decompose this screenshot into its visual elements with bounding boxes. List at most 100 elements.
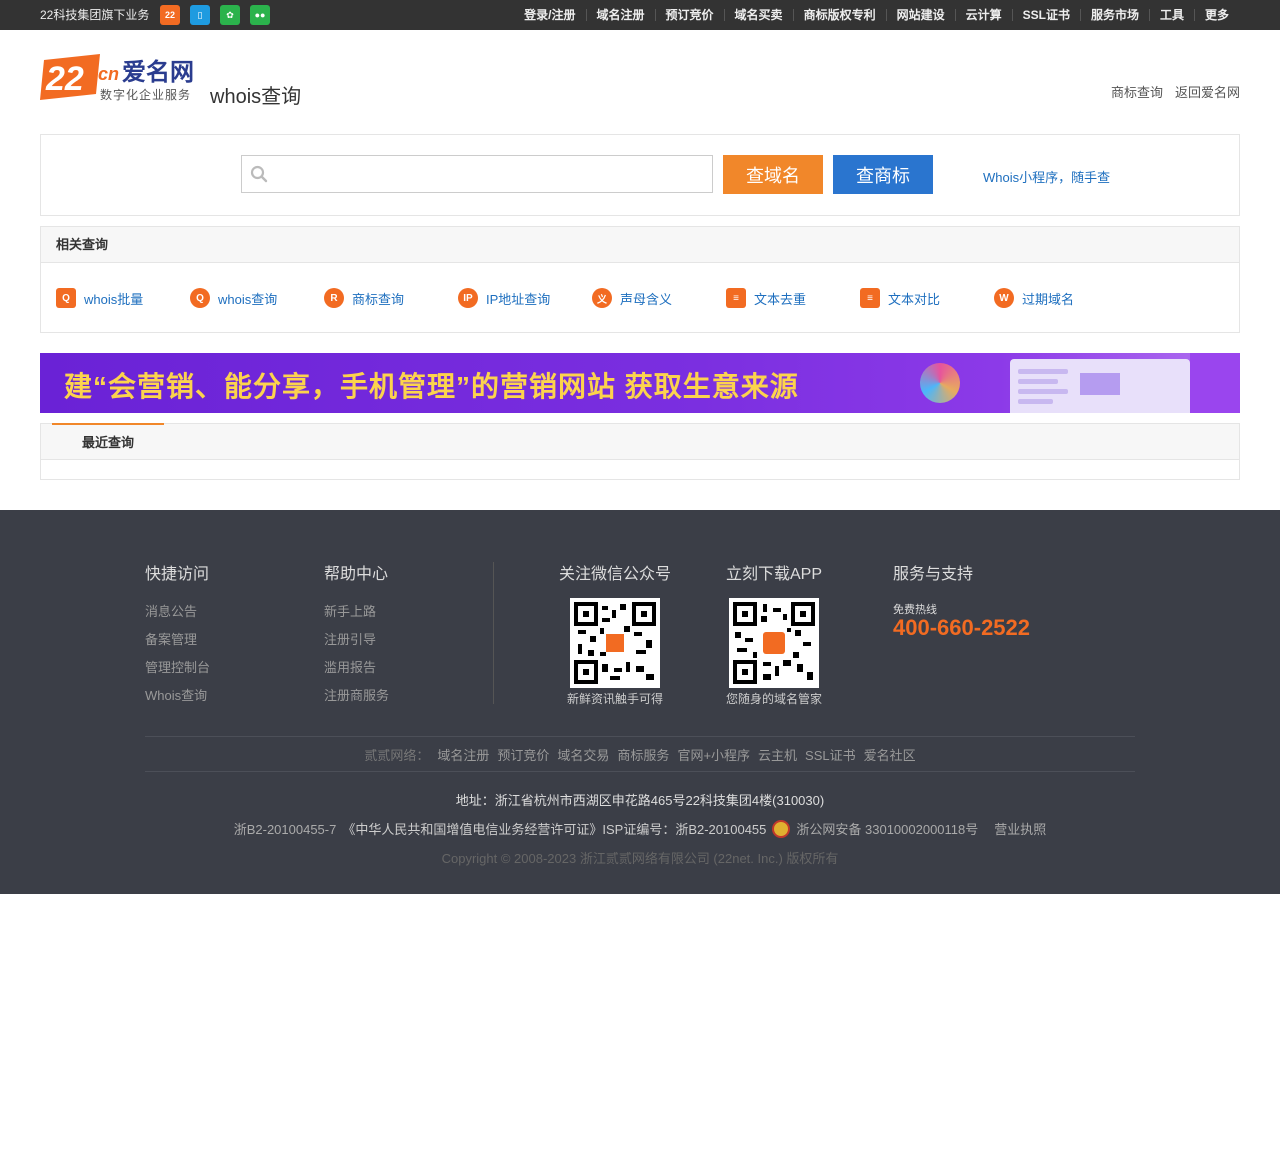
footer-quick-title: 快捷访问 bbox=[145, 566, 210, 583]
wechat-qr-code bbox=[570, 598, 660, 688]
footer-app-title: 立刻下载APP bbox=[725, 566, 823, 583]
related-item-label: IP地址查询 bbox=[486, 291, 551, 307]
related-item-text-dedupe[interactable]: ≡ 文本去重 bbox=[726, 288, 806, 308]
top-nav-ssl[interactable]: SSL证书 bbox=[1011, 9, 1080, 21]
hotline-number: 400-660-2522 bbox=[893, 615, 1031, 640]
related-item-label: 文本去重 bbox=[754, 291, 807, 307]
related-item-label: 商标查询 bbox=[352, 291, 405, 307]
top-nav-trademark[interactable]: 商标版权专利 bbox=[792, 9, 886, 21]
footer-business-link[interactable]: 官网+小程序 bbox=[677, 745, 750, 764]
expired-domain-icon: W bbox=[994, 288, 1014, 308]
footer-link[interactable]: 注册引导 bbox=[324, 626, 389, 654]
business-license-link[interactable]: 营业执照 bbox=[994, 819, 1046, 838]
whois-query-icon: Q bbox=[190, 288, 210, 308]
whois-batch-icon: Q bbox=[56, 288, 76, 308]
footer-support: 服务与支持 bbox=[893, 560, 973, 598]
svg-text:cn: cn bbox=[98, 64, 119, 84]
top-nav-domain-trade[interactable]: 域名买卖 bbox=[723, 9, 793, 21]
isp-license-link[interactable]: 《中华人民共和国增值电信业务经营许可证》ISP证编号：浙B2-20100455 bbox=[342, 819, 766, 838]
wechat-icon[interactable]: ●● bbox=[250, 5, 270, 25]
query-trademark-button[interactable]: 查商标 bbox=[833, 155, 933, 194]
promo-banner[interactable]: 建“会营销、能分享，手机管理”的营销网站 获取生意来源 bbox=[40, 353, 1240, 413]
top-nav-website[interactable]: 网站建设 bbox=[885, 9, 955, 21]
app-qr-caption: 您随身的域名管家 bbox=[725, 692, 822, 706]
banner-decoration bbox=[1190, 353, 1240, 413]
police-badge-icon bbox=[772, 819, 791, 838]
banner-screenshot-image bbox=[1010, 359, 1190, 413]
whois-miniprogram-link[interactable]: Whois小程序，随手查 bbox=[983, 167, 1110, 186]
search-input[interactable] bbox=[274, 156, 710, 192]
wechat-qr-caption: 新鲜资讯触手可得 bbox=[566, 692, 663, 706]
initial-meaning-icon: 义 bbox=[592, 288, 612, 308]
footer-link[interactable]: 注册商服务 bbox=[324, 682, 389, 710]
police-record-link[interactable]: 浙公网安备 33010002000118号 bbox=[796, 819, 978, 838]
footer-business-link[interactable]: SSL证书 bbox=[805, 745, 856, 764]
footer-links-label: 贰贰网络： bbox=[364, 747, 430, 763]
footer-link[interactable]: 备案管理 bbox=[145, 626, 210, 654]
svg-text:爱名网: 爱名网 bbox=[122, 58, 194, 86]
recent-queries-panel: 最近查询 bbox=[40, 423, 1240, 480]
top-nav-tools[interactable]: 工具 bbox=[1148, 9, 1194, 21]
related-item-whois-batch[interactable]: Q whois批量 bbox=[56, 288, 143, 308]
license-number-link[interactable]: 浙B2-20100455-7 bbox=[234, 819, 337, 838]
footer-business-links: 贰贰网络： 域名注册 预订竞价 域名交易 商标服务 官网+小程序 云主机 SSL… bbox=[145, 736, 1135, 772]
related-item-label: 声母含义 bbox=[620, 291, 673, 307]
footer-business-link[interactable]: 云主机 bbox=[758, 745, 797, 764]
top-nav: 登录/注册 域名注册 预订竞价 域名买卖 商标版权专利 网站建设 云计算 SSL… bbox=[514, 0, 1240, 30]
footer-link[interactable]: Whois查询 bbox=[145, 682, 210, 710]
footer-business-link[interactable]: 预订竞价 bbox=[497, 745, 549, 764]
footer-divider bbox=[493, 562, 494, 704]
top-nav-domain-register[interactable]: 域名注册 bbox=[585, 9, 655, 21]
top-nav-bidding[interactable]: 预订竞价 bbox=[654, 9, 724, 21]
related-item-trademark-query[interactable]: R 商标查询 bbox=[324, 288, 404, 308]
footer-business-link[interactable]: 爱名社区 bbox=[864, 745, 916, 764]
logo-subtitle: 数字化企业服务 bbox=[100, 88, 192, 102]
related-item-label: 过期域名 bbox=[1022, 291, 1075, 307]
footer-quick-access: 快捷访问 消息公告 备案管理 管理控制台 Whois查询 bbox=[145, 560, 210, 710]
group-brand-text: 22科技集团旗下业务 bbox=[40, 8, 150, 22]
footer-help-center: 帮助中心 新手上路 注册引导 滥用报告 注册商服务 bbox=[324, 560, 389, 710]
trademark-query-link[interactable]: 商标查询 bbox=[1111, 82, 1163, 101]
ip-address-icon: IP bbox=[458, 288, 478, 308]
footer-business-link[interactable]: 域名交易 bbox=[557, 745, 609, 764]
footer-wechat-title: 关注微信公众号 bbox=[558, 566, 671, 583]
search-panel: 查域名 查商标 Whois小程序，随手查 bbox=[40, 134, 1240, 216]
top-icons: 22 ▯ ✿ ●● bbox=[160, 5, 270, 25]
footer-business-link[interactable]: 域名注册 bbox=[437, 745, 489, 764]
back-home-link[interactable]: 返回爱名网 bbox=[1175, 82, 1240, 101]
footer-copyright: Copyright © 2008-2023 浙江贰贰网络有限公司 (22net.… bbox=[441, 851, 839, 866]
related-item-text-compare[interactable]: ≡ 文本对比 bbox=[860, 288, 940, 308]
page-title: whois查询 bbox=[210, 86, 302, 108]
related-item-label: whois批量 bbox=[84, 291, 144, 307]
footer-app-download: 立刻下载APP 您随身的域名管家 bbox=[714, 560, 834, 707]
text-compare-icon: ≡ bbox=[860, 288, 880, 308]
footer-address: 地址：浙江省杭州市西湖区申花路465号22科技集团4楼(310030) bbox=[455, 793, 825, 808]
miniprogram-icon[interactable]: ✿ bbox=[220, 5, 240, 25]
footer-wechat: 关注微信公众号 新鲜资讯触手可得 bbox=[555, 560, 675, 707]
top-nav-login[interactable]: 登录/注册 bbox=[514, 9, 585, 21]
banner-decoration bbox=[920, 363, 960, 403]
footer-link[interactable]: 新手上路 bbox=[324, 598, 389, 626]
related-item-expired-domains[interactable]: W 过期域名 bbox=[994, 288, 1074, 308]
brand-22-icon[interactable]: 22 bbox=[160, 5, 180, 25]
footer-link[interactable]: 消息公告 bbox=[145, 598, 210, 626]
top-nav-market[interactable]: 服务市场 bbox=[1079, 9, 1149, 21]
top-nav-more[interactable]: 更多 bbox=[1193, 9, 1240, 21]
footer-help-title: 帮助中心 bbox=[324, 566, 389, 583]
text-dedupe-icon: ≡ bbox=[726, 288, 746, 308]
search-box bbox=[241, 155, 713, 193]
tab-recent-queries[interactable]: 最近查询 bbox=[52, 423, 164, 459]
query-domain-button[interactable]: 查域名 bbox=[723, 155, 823, 194]
footer-link[interactable]: 滥用报告 bbox=[324, 654, 389, 682]
related-queries-panel: 相关查询 Q whois批量 Q whois查询 R 商标查询 IP IP地址查… bbox=[40, 226, 1240, 333]
mobile-app-icon[interactable]: ▯ bbox=[190, 5, 210, 25]
related-item-initial-meaning[interactable]: 义 声母含义 bbox=[592, 288, 672, 308]
footer-business-link[interactable]: 商标服务 bbox=[617, 745, 669, 764]
footer-link[interactable]: 管理控制台 bbox=[145, 654, 210, 682]
related-queries-title: 相关查询 bbox=[41, 227, 1239, 263]
footer-license-row: 浙B2-20100455-7 《中华人民共和国增值电信业务经营许可证》ISP证编… bbox=[0, 819, 1280, 838]
related-item-ip-query[interactable]: IP IP地址查询 bbox=[458, 288, 550, 308]
related-item-label: 文本对比 bbox=[888, 291, 941, 307]
related-item-whois-query[interactable]: Q whois查询 bbox=[190, 288, 277, 308]
top-nav-cloud[interactable]: 云计算 bbox=[954, 9, 1012, 21]
